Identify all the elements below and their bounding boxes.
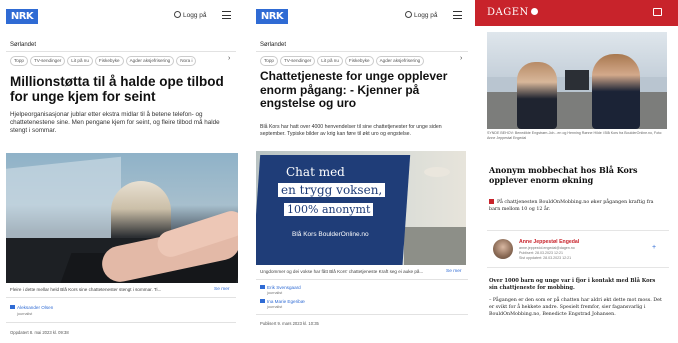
section-label[interactable]: Sørlandet xyxy=(260,42,286,48)
tag-row: Topp TV-sendinger Lit på nu Fiskebyke Agder … xyxy=(10,55,236,66)
banner-text: 100% anonymt xyxy=(284,203,374,216)
author-role: journalist xyxy=(267,305,283,309)
divider xyxy=(256,51,468,52)
author-name[interactable]: Anne Jeppestøl Engedal xyxy=(519,239,579,245)
divider xyxy=(256,314,468,315)
divider xyxy=(256,279,468,280)
article-lead: Over 1000 barn og unge var i fjor i kont… xyxy=(489,278,656,291)
author-role: journalist xyxy=(17,312,33,316)
nrk-logo[interactable]: NRK xyxy=(256,9,288,24)
avatar[interactable] xyxy=(493,239,513,259)
photo-caption: Ungdommer og dei vokse har fått Blå Kors… xyxy=(260,269,424,274)
author-icon xyxy=(260,285,265,289)
photo-caption: Fleire i dette mellar held Blå Kors sine… xyxy=(10,287,162,292)
login-button[interactable]: Logg på xyxy=(405,11,438,19)
banner-text: en trygg voksen, xyxy=(278,183,386,197)
tag-chip[interactable]: Fiskebyke xyxy=(94,56,124,66)
author-role: journalist xyxy=(267,291,283,295)
article-panel-dagen: DAGEN SYNDE BEHOV: Benedikte Engstrøm-Jo… xyxy=(475,0,678,343)
tag-chip[interactable]: Lit på nu xyxy=(67,56,93,66)
tag-chip[interactable]: Agder aksjefrisering xyxy=(125,56,175,66)
follow-plus-icon[interactable]: + xyxy=(652,244,656,251)
tag-chip[interactable]: Topp xyxy=(10,56,28,66)
article-body: – Pågangen er den som er på chatten har … xyxy=(489,298,662,317)
author-link[interactable]: Ina Marie Egeribæ xyxy=(260,299,305,304)
menu-icon[interactable] xyxy=(222,11,231,19)
author-link[interactable]: Aleksander Olsen xyxy=(10,305,53,310)
tag-chip[interactable]: Nora i xyxy=(176,56,197,66)
article-headline: Chattetjeneste for unge opplever enorm p… xyxy=(260,69,448,110)
article-panel-nrk-1: NRK Logg på Sørlandet Topp TV-sendinger Li… xyxy=(0,0,238,343)
article-panel-nrk-2: NRK Logg på Sørlandet Topp TV-sendinger Li… xyxy=(250,0,470,343)
dagen-logo[interactable]: DAGEN xyxy=(487,7,538,18)
user-icon xyxy=(405,11,412,18)
photo-caption: SYNDE BEHOV: Benedikte Engstrøm-Joh...en… xyxy=(487,131,663,140)
author-email[interactable]: anne.jeppestol.engedal@dagen.no xyxy=(519,246,575,250)
published-date: Publisert: 28.03.2023 12:21 xyxy=(519,251,563,255)
see-more-link[interactable]: Se mer xyxy=(446,269,461,274)
login-button[interactable]: Logg på xyxy=(174,11,207,19)
section-label[interactable]: Sørlandet xyxy=(10,42,36,48)
see-more-link[interactable]: Se mer xyxy=(214,287,229,292)
site-header: NRK Logg på xyxy=(0,0,238,33)
nrk-logo[interactable]: NRK xyxy=(6,9,38,24)
article-ingress: Blå Kors har hatt over 4000 henvendelser… xyxy=(260,124,442,137)
tag-chip[interactable]: TV-sendinger xyxy=(279,56,316,66)
tag-chip[interactable]: TV-sendinger xyxy=(29,56,66,66)
tag-chip[interactable]: Fiskebyke xyxy=(344,56,374,66)
divider xyxy=(6,322,236,323)
tag-chip[interactable]: Topp xyxy=(260,56,278,66)
site-header: NRK Logg på xyxy=(250,0,470,33)
published-date: Publisert 9. mars 2023 kl. 10:35 xyxy=(260,321,319,326)
bullet-icon xyxy=(489,199,494,204)
article-photo[interactable] xyxy=(487,32,667,129)
tag-chip[interactable]: Lit på nu xyxy=(317,56,343,66)
tag-row: Topp TV-sendinger Lit på nu Fiskebyke Agder … xyxy=(260,55,468,66)
article-photo[interactable] xyxy=(6,153,238,283)
site-header: DAGEN xyxy=(475,0,678,26)
user-icon xyxy=(174,11,181,18)
menu-icon[interactable] xyxy=(453,11,462,19)
author-link[interactable]: Erik Svensgaard xyxy=(260,285,301,290)
article-headline: Anonym mobbechat hos Blå Kors opplever e… xyxy=(489,165,638,185)
banner-footer: Blå Kors BoulderOnline.no xyxy=(292,231,369,238)
author-icon xyxy=(10,305,15,309)
article-headline: Millionstøtta til å halde ope tilbod for… xyxy=(10,74,224,104)
divider xyxy=(6,297,236,298)
chevron-right-icon[interactable]: › xyxy=(460,55,462,62)
divider xyxy=(6,51,236,52)
article-photo[interactable]: Chat med en trygg voksen, 100% anonymt B… xyxy=(256,151,466,265)
author-icon xyxy=(260,299,265,303)
updated-date: Sist oppdatert: 28.03.2023 12:21 xyxy=(519,256,572,260)
article-ingress: Hjelpeorganisasjonar jublar etter ekstra… xyxy=(10,111,220,134)
published-date: Oppdatert 8. mai 2023 kl. 09:38 xyxy=(10,330,69,335)
logo-dot-icon xyxy=(530,8,538,15)
author-box: Anne Jeppestøl Engedal anne.jeppestol.en… xyxy=(487,230,669,268)
banner-text: Chat med xyxy=(286,165,345,179)
chevron-right-icon[interactable]: › xyxy=(228,55,230,62)
related-item[interactable]: På chattjenesten BouldOnMobbing.no øker … xyxy=(489,199,659,213)
tag-chip[interactable]: Agder aksjefrisering xyxy=(375,56,425,66)
account-icon[interactable] xyxy=(653,8,662,16)
